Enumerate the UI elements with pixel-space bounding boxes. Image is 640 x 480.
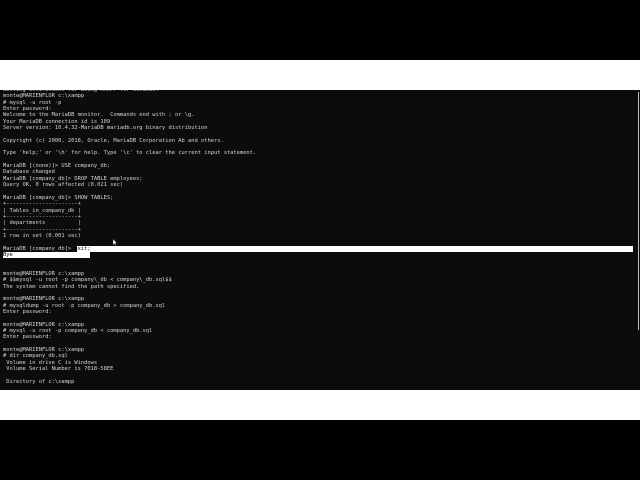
bye-text: Bye	[3, 251, 13, 258]
letterbox-top	[0, 60, 640, 90]
terminal-output: Setting environment for using XAMPP for …	[3, 90, 635, 390]
exit-command: exit;	[74, 245, 91, 252]
terminal-window[interactable]: Setting environment for using XAMPP for …	[0, 90, 640, 390]
screen-frame: Setting environment for using XAMPP for …	[0, 0, 640, 480]
terminal-scrollbar[interactable]	[638, 92, 639, 330]
bye-selection-highlight	[3, 251, 90, 259]
terminal-line-bye: Bye	[3, 251, 635, 259]
letterbox-bottom	[0, 390, 640, 420]
mouse-cursor-icon	[113, 239, 117, 246]
mariadb-prompt: MariaDB [company_db]>	[3, 245, 75, 252]
